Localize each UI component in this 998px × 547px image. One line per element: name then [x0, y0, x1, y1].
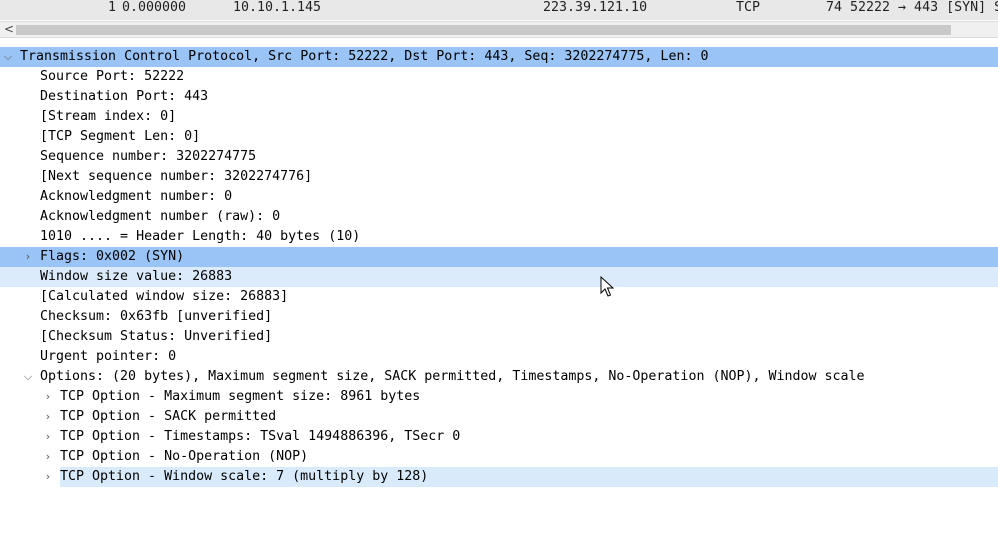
tree-item-label: Flags: 0x002 (SYN) [40, 249, 185, 264]
tree-item-field[interactable]: [Stream index: 0] [0, 107, 998, 127]
tree-item-field[interactable]: [Calculated window size: 26883] [0, 287, 998, 307]
tree-item-label: [Next sequence number: 3202274776] [40, 169, 313, 184]
horizontal-scrollbar[interactable]: < [0, 21, 998, 38]
tree-item-label: Sequence number: 3202274775 [40, 149, 257, 164]
tree-item-options[interactable]: ⌵ Options: (20 bytes), Maximum segment s… [0, 367, 998, 387]
tree-item-label: [Calculated window size: 26883] [40, 289, 289, 304]
tree-item-label: Urgent pointer: 0 [40, 349, 177, 364]
packet-info: 74 52222 → 443 [SYN] S [826, 0, 998, 15]
tree-item-field[interactable]: Acknowledgment number (raw): 0 [0, 207, 998, 227]
tree-item-label: Checksum: 0x63fb [unverified] [40, 309, 273, 324]
mouse-pointer-icon [600, 276, 614, 297]
tree-item-field[interactable]: Source Port: 52222 [0, 67, 998, 87]
tree-item-flags[interactable]: › Flags: 0x002 (SYN) [0, 247, 998, 267]
tree-item-field[interactable]: Acknowledgment number: 0 [0, 187, 998, 207]
tree-item-label: Source Port: 52222 [40, 69, 185, 84]
tree-item-option[interactable]: › TCP Option - SACK permitted [0, 407, 998, 427]
tree-item-label: TCP Option - Maximum segment size: 8961 … [60, 389, 421, 404]
tree-item-field[interactable]: Window size value: 26883 [0, 267, 998, 287]
chevron-right-icon[interactable]: › [42, 467, 54, 487]
chevron-right-icon[interactable]: › [42, 447, 54, 467]
chevron-right-icon[interactable]: › [42, 427, 54, 447]
packet-source: 10.10.1.145 [233, 0, 322, 15]
tree-item-field[interactable]: [Checksum Status: Unverified] [0, 327, 998, 347]
chevron-down-icon[interactable]: ⌵ [22, 367, 34, 387]
chevron-down-icon[interactable]: ⌵ [2, 47, 14, 67]
packet-list-row[interactable]: 1 0.000000 10.10.1.145 223.39.121.10 TCP… [0, 0, 998, 20]
chevron-right-icon[interactable]: › [22, 247, 34, 267]
tree-item-label: Destination Port: 443 [40, 89, 209, 104]
tree-item-option[interactable]: › TCP Option - No-Operation (NOP) [0, 447, 998, 467]
tree-item-label: Options: (20 bytes), Maximum segment siz… [40, 369, 865, 384]
packet-protocol: TCP [736, 0, 761, 15]
tree-item-label: [Checksum Status: Unverified] [40, 329, 273, 344]
tree-item-label: TCP Option - No-Operation (NOP) [60, 449, 309, 464]
tree-item-field[interactable]: Sequence number: 3202274775 [0, 147, 998, 167]
tree-item-field[interactable]: Checksum: 0x63fb [unverified] [0, 307, 998, 327]
tree-item-field[interactable]: Urgent pointer: 0 [0, 347, 998, 367]
packet-details-tree: ⌵ Transmission Control Protocol, Src Por… [0, 47, 998, 487]
tree-item-label: [Stream index: 0] [40, 109, 177, 124]
tree-item-tcp[interactable]: ⌵ Transmission Control Protocol, Src Por… [0, 47, 998, 67]
tree-item-option[interactable]: › TCP Option - Timestamps: TSval 1494886… [0, 427, 998, 447]
tree-item-field[interactable]: Destination Port: 443 [0, 87, 998, 107]
tree-item-option[interactable]: › TCP Option - Window scale: 7 (multiply… [0, 467, 998, 487]
tree-item-field[interactable]: [Next sequence number: 3202274776] [0, 167, 998, 187]
tree-item-field[interactable]: 1010 .... = Header Length: 40 bytes (10) [0, 227, 998, 247]
tree-item-label: Transmission Control Protocol, Src Port:… [20, 49, 709, 64]
chevron-right-icon[interactable]: › [42, 387, 54, 407]
tree-item-label: TCP Option - SACK permitted [60, 409, 277, 424]
tree-item-label: Acknowledgment number: 0 [40, 189, 233, 204]
tree-item-option[interactable]: › TCP Option - Maximum segment size: 896… [0, 387, 998, 407]
tree-item-label: TCP Option - Window scale: 7 (multiply b… [60, 467, 998, 487]
packet-time: 0.000000 [122, 0, 187, 15]
tree-item-label: 1010 .... = Header Length: 40 bytes (10) [40, 229, 361, 244]
tree-item-field[interactable]: [TCP Segment Len: 0] [0, 127, 998, 147]
arrow-left-icon[interactable]: < [4, 22, 14, 37]
tree-item-label: TCP Option - Timestamps: TSval 149488639… [60, 429, 461, 444]
chevron-right-icon[interactable]: › [42, 407, 54, 427]
tree-item-label: [TCP Segment Len: 0] [40, 129, 201, 144]
scrollbar-thumb[interactable] [16, 25, 951, 35]
packet-no: 1 [108, 0, 117, 15]
packet-destination: 223.39.121.10 [543, 0, 648, 15]
tree-item-label: Acknowledgment number (raw): 0 [40, 209, 281, 224]
tree-item-label: Window size value: 26883 [40, 269, 233, 284]
